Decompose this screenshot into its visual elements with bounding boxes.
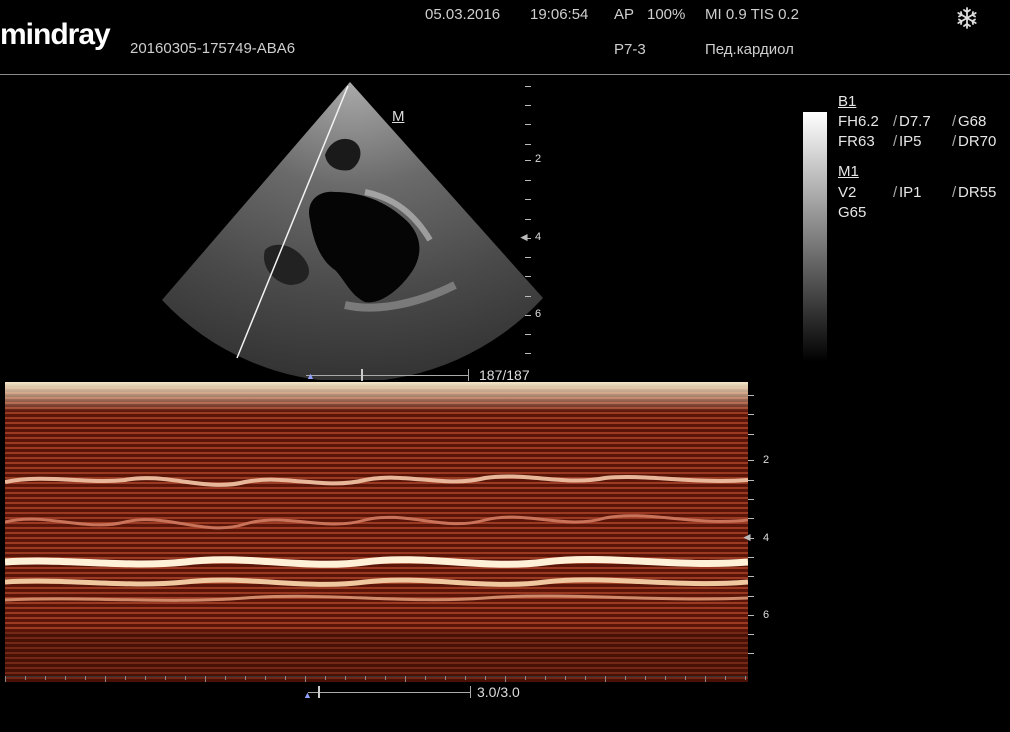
frame-counter: 187/187	[479, 367, 530, 383]
time-tick	[345, 676, 346, 680]
time-tick	[365, 676, 366, 680]
mmode-depth-4: 4	[763, 532, 770, 544]
mmode-param-row2: G65	[838, 204, 867, 221]
time-tick	[225, 676, 226, 680]
mmode-depth-2: 2	[763, 454, 770, 466]
cine-start-icon[interactable]: ▲	[306, 371, 315, 381]
exam-time: 19:06:54	[530, 6, 589, 23]
mmode-cursor-label: M	[392, 108, 405, 125]
acoustic-power-value: 100%	[647, 6, 686, 23]
mmode-param-row1: V2 /IP1 /DR55	[838, 184, 997, 201]
bmode-depth-6: 6	[535, 308, 542, 320]
grayscale-bar	[803, 112, 827, 362]
time-tick	[565, 676, 566, 680]
mindray-logo: mindray	[0, 18, 111, 51]
time-tick	[25, 676, 26, 680]
exam-preset: Пед.кардиол	[705, 41, 794, 58]
time-tick	[65, 676, 66, 680]
time-tick	[585, 676, 586, 680]
header-separator	[0, 74, 1010, 75]
time-tick	[665, 676, 666, 680]
time-tick	[485, 676, 486, 680]
bmode-param-row2: FR63 /IP5 /DR70	[838, 133, 997, 150]
acoustic-power-label: AP	[614, 6, 635, 23]
time-tick	[725, 676, 726, 680]
time-tick	[125, 676, 126, 680]
focus-marker-icon[interactable]: ◄	[518, 230, 530, 244]
time-tick	[445, 676, 446, 680]
cine-counter: 3.0/3.0	[477, 684, 520, 700]
time-tick	[85, 676, 86, 680]
mmode-cine-cursor-icon[interactable]	[318, 686, 320, 698]
cine-cursor-icon[interactable]	[361, 369, 363, 381]
time-tick	[305, 676, 306, 682]
time-tick	[205, 676, 206, 682]
time-tick	[745, 676, 746, 680]
time-tick	[505, 676, 506, 682]
mmode-depth-6: 6	[763, 609, 770, 621]
bmode-depth-4: 4	[535, 231, 542, 243]
time-tick	[405, 676, 406, 682]
exam-date: 05.03.2016	[425, 6, 501, 23]
time-tick	[705, 676, 706, 682]
time-tick	[285, 676, 286, 680]
time-tick	[545, 676, 546, 680]
time-tick	[145, 676, 146, 680]
mmode-trace-image[interactable]	[4, 382, 749, 682]
time-tick	[5, 676, 6, 682]
bmode-depth-2: 2	[535, 153, 542, 165]
time-tick	[645, 676, 646, 680]
time-tick	[185, 676, 186, 680]
patient-id: 20160305-175749-ABA6	[130, 40, 296, 57]
bmode-param-row1: FH6.2 /D7.7 /G68	[838, 113, 987, 130]
time-tick	[685, 676, 686, 680]
time-tick	[325, 676, 326, 680]
time-tick	[165, 676, 166, 680]
time-tick	[105, 676, 106, 682]
mmode-param-title: M1	[838, 163, 859, 180]
snowflake-icon	[955, 6, 979, 30]
bmode-cine-bar[interactable]: ▲	[306, 367, 476, 383]
bmode-depth-scale: 2 ◄ 4 6	[518, 82, 555, 372]
mmode-cine-bar[interactable]: ▲	[303, 684, 473, 702]
time-tick	[45, 676, 46, 680]
mmode-time-axis	[5, 676, 748, 682]
time-tick	[525, 676, 526, 680]
bmode-param-title: B1	[838, 93, 857, 110]
mmode-depth-scale: 2 ◄ 4 6	[741, 385, 778, 680]
time-tick	[385, 676, 386, 680]
time-tick	[625, 676, 626, 680]
mmode-focus-marker-icon[interactable]: ◄	[741, 530, 753, 544]
time-tick	[605, 676, 606, 682]
time-tick	[465, 676, 466, 680]
mi-tis-readout: MI 0.9 TIS 0.2	[705, 6, 799, 23]
probe-name: P7-3	[614, 41, 646, 58]
bmode-sector-image[interactable]	[155, 80, 555, 383]
time-tick	[265, 676, 266, 680]
time-tick	[245, 676, 246, 680]
time-tick	[425, 676, 426, 680]
mmode-cine-start-icon[interactable]: ▲	[303, 690, 312, 700]
